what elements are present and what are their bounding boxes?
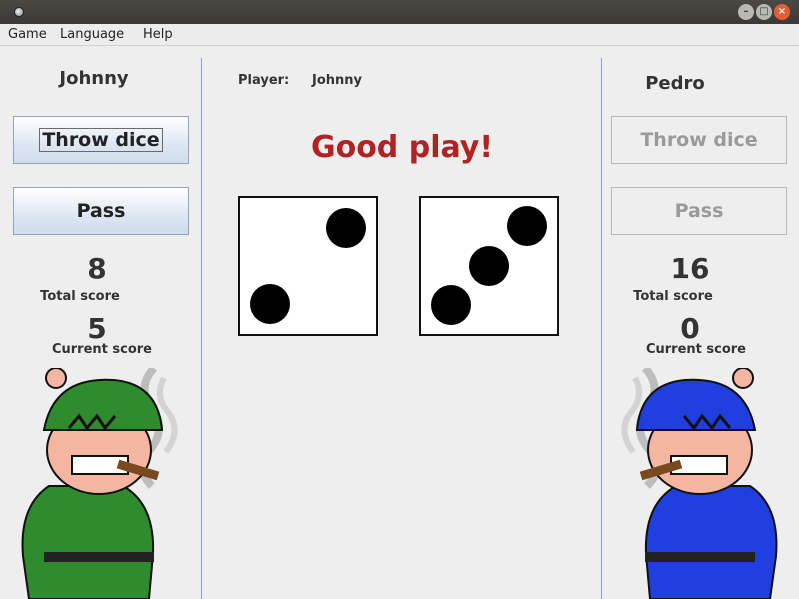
right-total-score-label: Total score: [633, 289, 713, 304]
right-current-score-label: Current score: [645, 342, 747, 357]
right-body: [644, 485, 778, 599]
right-total-score: 16: [670, 252, 710, 285]
menu-language[interactable]: Language: [60, 27, 124, 42]
left-current-score: 5: [87, 312, 107, 345]
left-current-score-label: Current score: [51, 342, 153, 357]
menu-bar: Game Language Help: [0, 24, 799, 46]
left-pig-avatar-icon: [21, 368, 178, 599]
die-left: [238, 196, 378, 336]
left-player-name: Johnny: [59, 68, 129, 89]
right-pass-button[interactable]: Pass: [611, 187, 787, 235]
app-icon: [14, 7, 24, 17]
right-current-score: 0: [680, 312, 700, 345]
die-pip: [431, 285, 471, 325]
menu-game[interactable]: Game: [8, 27, 47, 42]
player-label: Player:: [238, 73, 290, 88]
menu-help[interactable]: Help: [143, 27, 173, 42]
die-right: [419, 196, 559, 336]
close-button[interactable]: ×: [774, 4, 790, 20]
current-player-name: Johnny: [312, 73, 363, 88]
left-throw-dice-button[interactable]: Throw dice: [13, 116, 189, 164]
left-throw-dice-label: Throw dice: [39, 128, 163, 152]
game-area: Johnny Throw dice Pass 8 Total score 5 C…: [0, 46, 799, 599]
maximize-button[interactable]: □: [756, 4, 772, 20]
left-total-score-label: Total score: [40, 289, 120, 304]
left-pass-button[interactable]: Pass: [13, 187, 189, 235]
die-pip: [507, 206, 547, 246]
right-throw-dice-button[interactable]: Throw dice: [611, 116, 787, 164]
die-pip: [250, 284, 290, 324]
right-pig-avatar-icon: [621, 368, 778, 599]
status-message: Good play!: [310, 130, 494, 165]
die-pip: [469, 246, 509, 286]
left-body: [21, 485, 155, 599]
die-pip: [326, 208, 366, 248]
right-player-name: Pedro: [645, 73, 705, 94]
minimize-button[interactable]: –: [738, 4, 754, 20]
left-total-score: 8: [87, 252, 107, 285]
window-titlebar: – □ ×: [0, 0, 799, 24]
